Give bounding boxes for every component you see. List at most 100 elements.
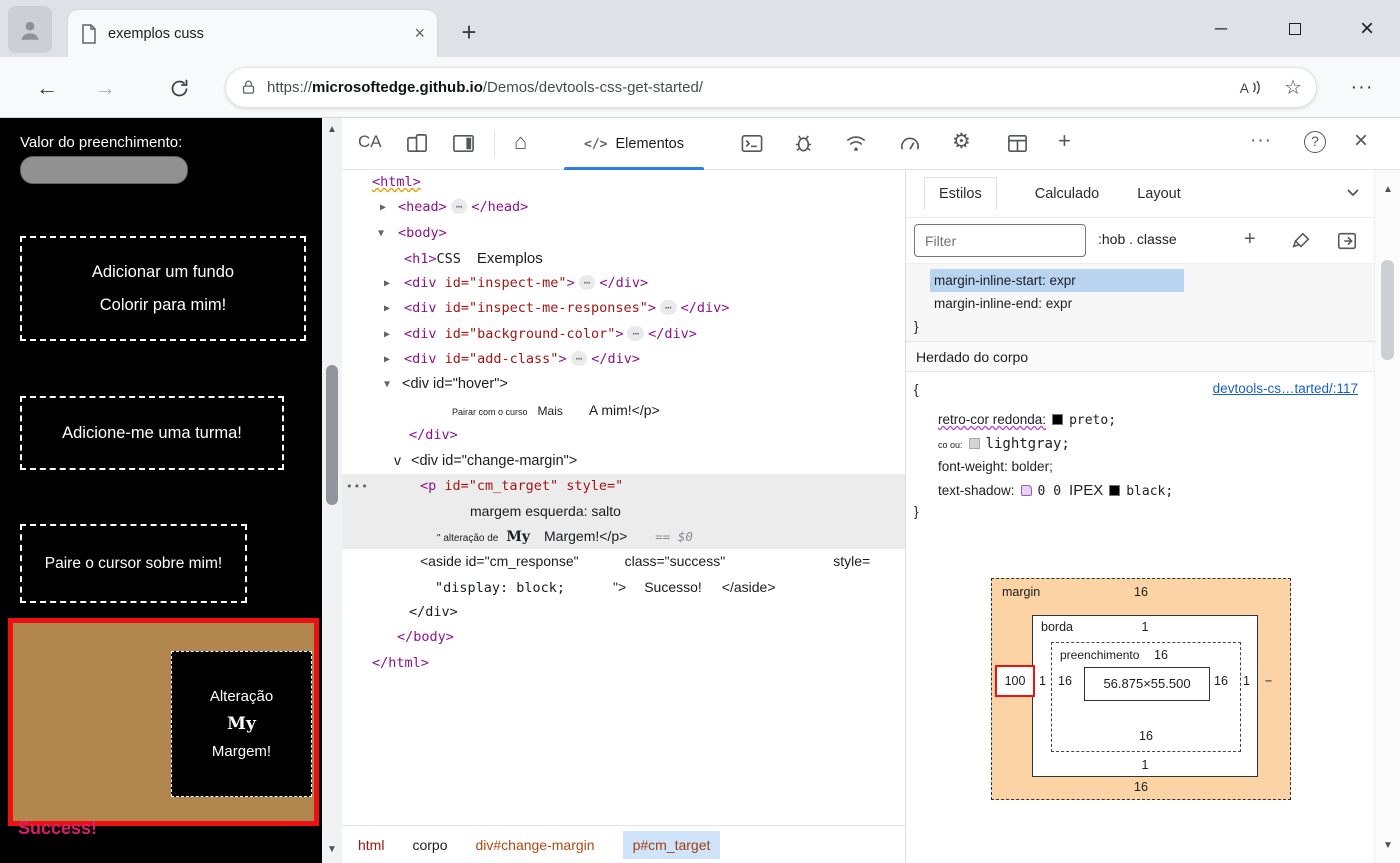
tab-estilos[interactable]: Estilos — [924, 177, 997, 210]
tab-layout[interactable]: Layout — [1137, 186, 1181, 202]
border-right-value[interactable]: 1 — [1243, 674, 1250, 688]
collapse-v-icon[interactable]: v — [394, 452, 401, 468]
margin-right-value[interactable]: − — [1265, 674, 1272, 688]
dom-node-body-close[interactable]: </body> — [342, 625, 905, 650]
dom-node-add-class[interactable]: ▶ <div id="add-class"> ⋯ </div> — [342, 347, 905, 372]
devtools-close-icon[interactable]: × — [1354, 127, 1368, 155]
browser-settings-more-icon[interactable]: ··· — [1342, 71, 1382, 105]
css-property-font-weight[interactable]: font-weight: bolder; — [938, 459, 1053, 474]
add-class-button[interactable]: Adicione-me uma turma! — [20, 396, 284, 470]
padding-top-value[interactable]: 16 — [1154, 648, 1168, 662]
stylesheet-source-link[interactable]: devtools-cs…tarted/:117 — [1213, 381, 1358, 396]
new-style-rule-plus-icon[interactable]: + — [1244, 228, 1256, 251]
dom-node-cm-target-open[interactable]: ••• <p id="cm_target" style=" — [342, 473, 905, 499]
scroll-down-icon[interactable]: ▼ — [322, 844, 342, 855]
window-maximize-button[interactable] — [1270, 10, 1320, 48]
change-margin-highlighted-region[interactable]: Alteração My Margem! — [8, 618, 319, 826]
margin-top-value[interactable]: 16 — [992, 585, 1290, 599]
css-property-background-color[interactable]: retro-cor redonda: preto; — [938, 412, 1116, 428]
node-more-icon[interactable]: ⋯ — [450, 199, 468, 215]
expand-icon[interactable]: ▶ — [380, 195, 386, 220]
margin-bottom-value[interactable]: 16 — [992, 780, 1290, 794]
padding-bottom-value[interactable]: 16 — [1052, 729, 1240, 743]
refresh-button[interactable] — [160, 69, 198, 107]
dom-node-cm-target-style[interactable]: margem esquerda: salto — [342, 498, 905, 525]
color-swatch-black[interactable] — [1109, 485, 1121, 496]
node-more-icon[interactable]: ⋯ — [570, 351, 588, 367]
styles-scrollbar-thumb[interactable] — [1381, 260, 1394, 360]
hover-me-button[interactable]: Paire o cursor sobre mim! — [20, 524, 247, 603]
add-background-button[interactable]: Adicionar um fundo Colorir para mim! — [20, 236, 306, 341]
node-more-icon[interactable]: ⋯ — [578, 275, 596, 291]
window-close-button[interactable]: × — [1342, 10, 1392, 48]
expand-icon[interactable]: ▶ — [384, 322, 390, 347]
breadcrumb-body[interactable]: corpo — [412, 837, 447, 853]
breadcrumb-change-margin[interactable]: div#change-margin — [475, 837, 594, 853]
dom-node-hover-open[interactable]: ▼ <div id="hover"> — [342, 372, 905, 397]
content-size[interactable]: 56.875×55.500 — [1084, 667, 1210, 701]
dom-node-html-open[interactable]: <html> — [342, 170, 905, 195]
page-scrollbar-thumb[interactable] — [326, 365, 338, 505]
highlighted-property[interactable]: margin-inline-start: expr — [930, 269, 1184, 292]
tab-console-icon[interactable] — [740, 132, 764, 155]
scroll-up-icon[interactable]: ▲ — [1375, 184, 1400, 195]
tab-calculado[interactable]: Calculado — [1035, 186, 1100, 202]
new-tab-button[interactable]: + — [452, 16, 486, 50]
styles-scrollbar[interactable]: ▲ ▼ — [1374, 170, 1400, 863]
breadcrumb-cm-target[interactable]: p#cm_target — [622, 830, 721, 859]
node-more-icon[interactable]: ⋯ — [659, 300, 677, 316]
breadcrumb-html[interactable]: html — [358, 837, 384, 853]
padding-left-value[interactable]: 16 — [1058, 674, 1072, 688]
tab-settings-gear-icon[interactable]: ⚙ — [952, 129, 971, 154]
dom-node-html-close[interactable]: </html> — [342, 651, 905, 676]
border-top-value[interactable]: 1 — [1033, 620, 1257, 634]
window-minimize-button[interactable]: ─ — [1196, 10, 1246, 48]
border-bottom-value[interactable]: 1 — [1033, 758, 1257, 772]
tab-application-icon[interactable] — [1006, 132, 1029, 155]
css-property-row[interactable]: margin-inline-end: expr — [906, 292, 1374, 315]
css-property-color[interactable]: co ou: lightgray; — [938, 436, 1070, 452]
page-scrollbar[interactable]: ▲ ▼ — [322, 118, 342, 863]
inspect-element-button[interactable]: CA — [358, 132, 382, 152]
expand-icon[interactable]: ▶ — [384, 347, 390, 372]
dom-node-change-margin-open[interactable]: v <div id="change-margin"> — [342, 448, 905, 473]
dom-node-inspect-me-responses[interactable]: ▶ <div id="inspect-me-responses"> ⋯ </div> — [342, 296, 905, 321]
chevron-down-icon[interactable] — [1346, 188, 1360, 198]
back-button[interactable]: ← — [28, 69, 66, 107]
address-bar[interactable]: https://microsoftedge.github.io/Demos/de… — [225, 67, 1317, 108]
site-permissions-lock-icon[interactable] — [240, 79, 257, 96]
node-options-dots-icon[interactable]: ••• — [346, 474, 369, 499]
dom-node-h1[interactable]: <h1>CSS Exemplos — [342, 246, 905, 271]
more-tabs-plus-icon[interactable]: + — [1058, 128, 1071, 154]
scroll-up-icon[interactable]: ▲ — [322, 124, 342, 135]
color-swatch-black[interactable] — [1052, 414, 1064, 425]
collapse-icon[interactable]: ▼ — [384, 372, 390, 397]
scroll-down-icon[interactable]: ▼ — [1375, 840, 1400, 851]
margin-demo-box[interactable]: Alteração My Margem! — [171, 651, 312, 797]
computed-brush-icon[interactable] — [1290, 230, 1312, 252]
favorites-star-icon[interactable]: ☆ — [1284, 75, 1302, 100]
tab-network-icon[interactable] — [844, 132, 868, 155]
help-icon[interactable]: ? — [1304, 131, 1326, 153]
padding-value-input[interactable] — [20, 156, 188, 184]
node-more-icon[interactable]: ⋯ — [627, 325, 645, 341]
css-property-row[interactable]: margin-inline-start: expr — [906, 269, 1374, 292]
dom-node-hover-p[interactable]: Pairar com o curso Mais A mim!</p> — [342, 398, 905, 423]
pseudo-class-toggle[interactable]: :hob . classe — [1098, 231, 1177, 247]
browser-tab[interactable]: exemplos cuss × — [68, 10, 437, 57]
expand-icon[interactable]: ▶ — [384, 271, 390, 296]
border-left-value[interactable]: 1 — [1039, 674, 1046, 688]
shadow-editor-icon[interactable] — [1020, 485, 1032, 496]
dom-node-inspect-me[interactable]: ▶ <div id="inspect-me"> ⋯ </div> — [342, 271, 905, 296]
tab-performance-icon[interactable] — [898, 132, 922, 155]
tab-elements[interactable]: </> Elementos — [556, 118, 712, 170]
margin-left-value-highlighted[interactable]: 100 — [995, 665, 1035, 697]
color-swatch-lightgray[interactable] — [968, 438, 980, 449]
dom-node-aside-open[interactable]: <aside id="cm_response" class="success" st… — [342, 549, 905, 574]
forward-button[interactable]: → — [86, 69, 124, 107]
read-aloud-icon[interactable]: A — [1238, 78, 1262, 98]
expand-icon[interactable]: ▶ — [384, 296, 390, 321]
dom-node-hover-close[interactable]: </div> — [342, 423, 905, 448]
css-property-text-shadow[interactable]: text-shadow: 0 0 IPEX black; — [938, 482, 1173, 499]
padding-right-value[interactable]: 16 — [1214, 674, 1228, 688]
